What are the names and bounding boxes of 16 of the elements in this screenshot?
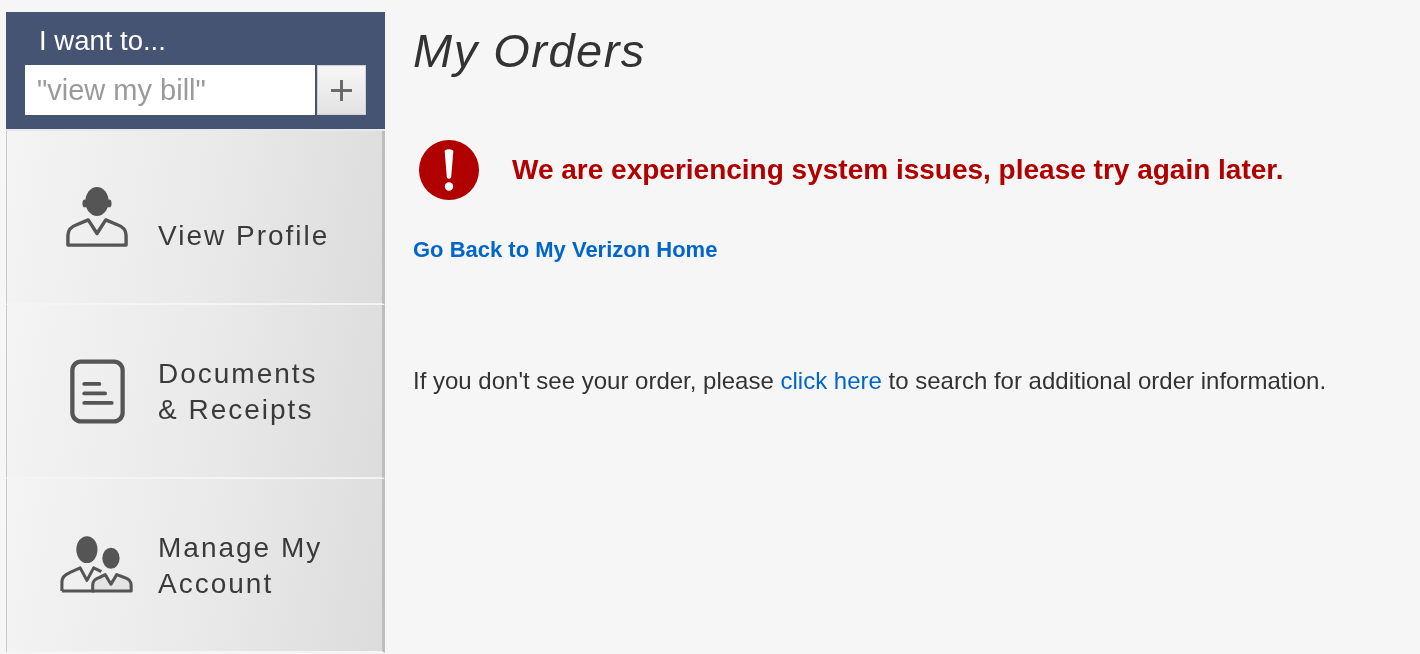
sidebar-title: I want to... [38, 26, 167, 56]
plus-icon [331, 79, 352, 101]
person-icon [65, 185, 129, 249]
home-link[interactable]: Go Back to My Verizon Home [413, 237, 718, 262]
document-icon [69, 358, 125, 424]
error-message: We are experiencing system issues, please try again later. [512, 154, 1284, 186]
click-here-link[interactable]: click here [780, 367, 882, 394]
menu-item[interactable]: Manage My Account [6, 479, 385, 653]
page-title: My Orders [413, 23, 647, 79]
search-field[interactable]: "view my bill" [25, 65, 315, 115]
menu-item[interactable]: Documents & Receipts [6, 305, 385, 479]
people-icon [59, 536, 135, 594]
order-note: If you don't see your order, please click here to search for additional order information. [413, 367, 1328, 395]
menu-item[interactable]: View Profile [6, 131, 385, 305]
add-button[interactable] [317, 65, 366, 115]
alert-icon [418, 139, 480, 201]
